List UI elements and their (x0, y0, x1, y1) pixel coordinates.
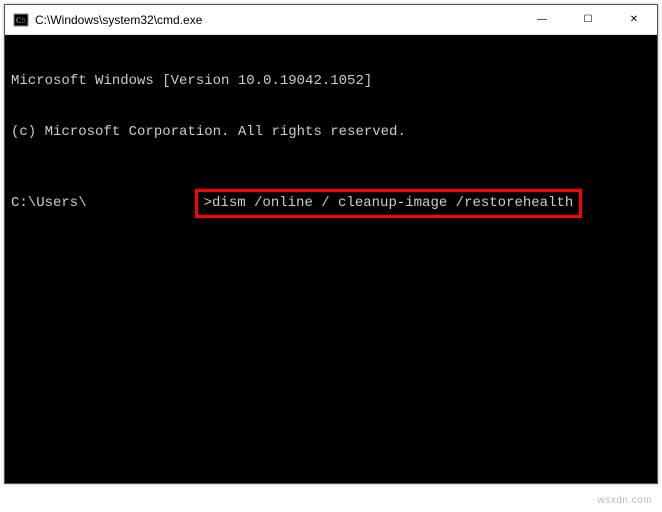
window-controls: — ☐ ✕ (519, 5, 657, 34)
cmd-icon: C:\ (13, 12, 29, 28)
command-highlight: >dism /online / cleanup-image /restorehe… (195, 189, 583, 218)
terminal-prompt-line: C:\Users\ >dism /online / cleanup-image … (11, 189, 651, 218)
terminal-area[interactable]: Microsoft Windows [Version 10.0.19042.10… (5, 35, 657, 483)
cmd-window: C:\ C:\Windows\system32\cmd.exe — ☐ ✕ Mi… (4, 4, 658, 484)
window-title: C:\Windows\system32\cmd.exe (35, 13, 519, 27)
prompt-path: C:\Users\ (11, 195, 87, 212)
svg-text:C:\: C:\ (16, 16, 27, 25)
maximize-button[interactable]: ☐ (565, 5, 611, 34)
titlebar[interactable]: C:\ C:\Windows\system32\cmd.exe — ☐ ✕ (5, 5, 657, 35)
minimize-button[interactable]: — (519, 5, 565, 34)
close-button[interactable]: ✕ (611, 5, 657, 34)
watermark: wsxdn.com (597, 495, 652, 506)
redacted-username (91, 197, 191, 211)
terminal-line-version: Microsoft Windows [Version 10.0.19042.10… (11, 73, 651, 90)
terminal-line-copyright: (c) Microsoft Corporation. All rights re… (11, 124, 651, 141)
